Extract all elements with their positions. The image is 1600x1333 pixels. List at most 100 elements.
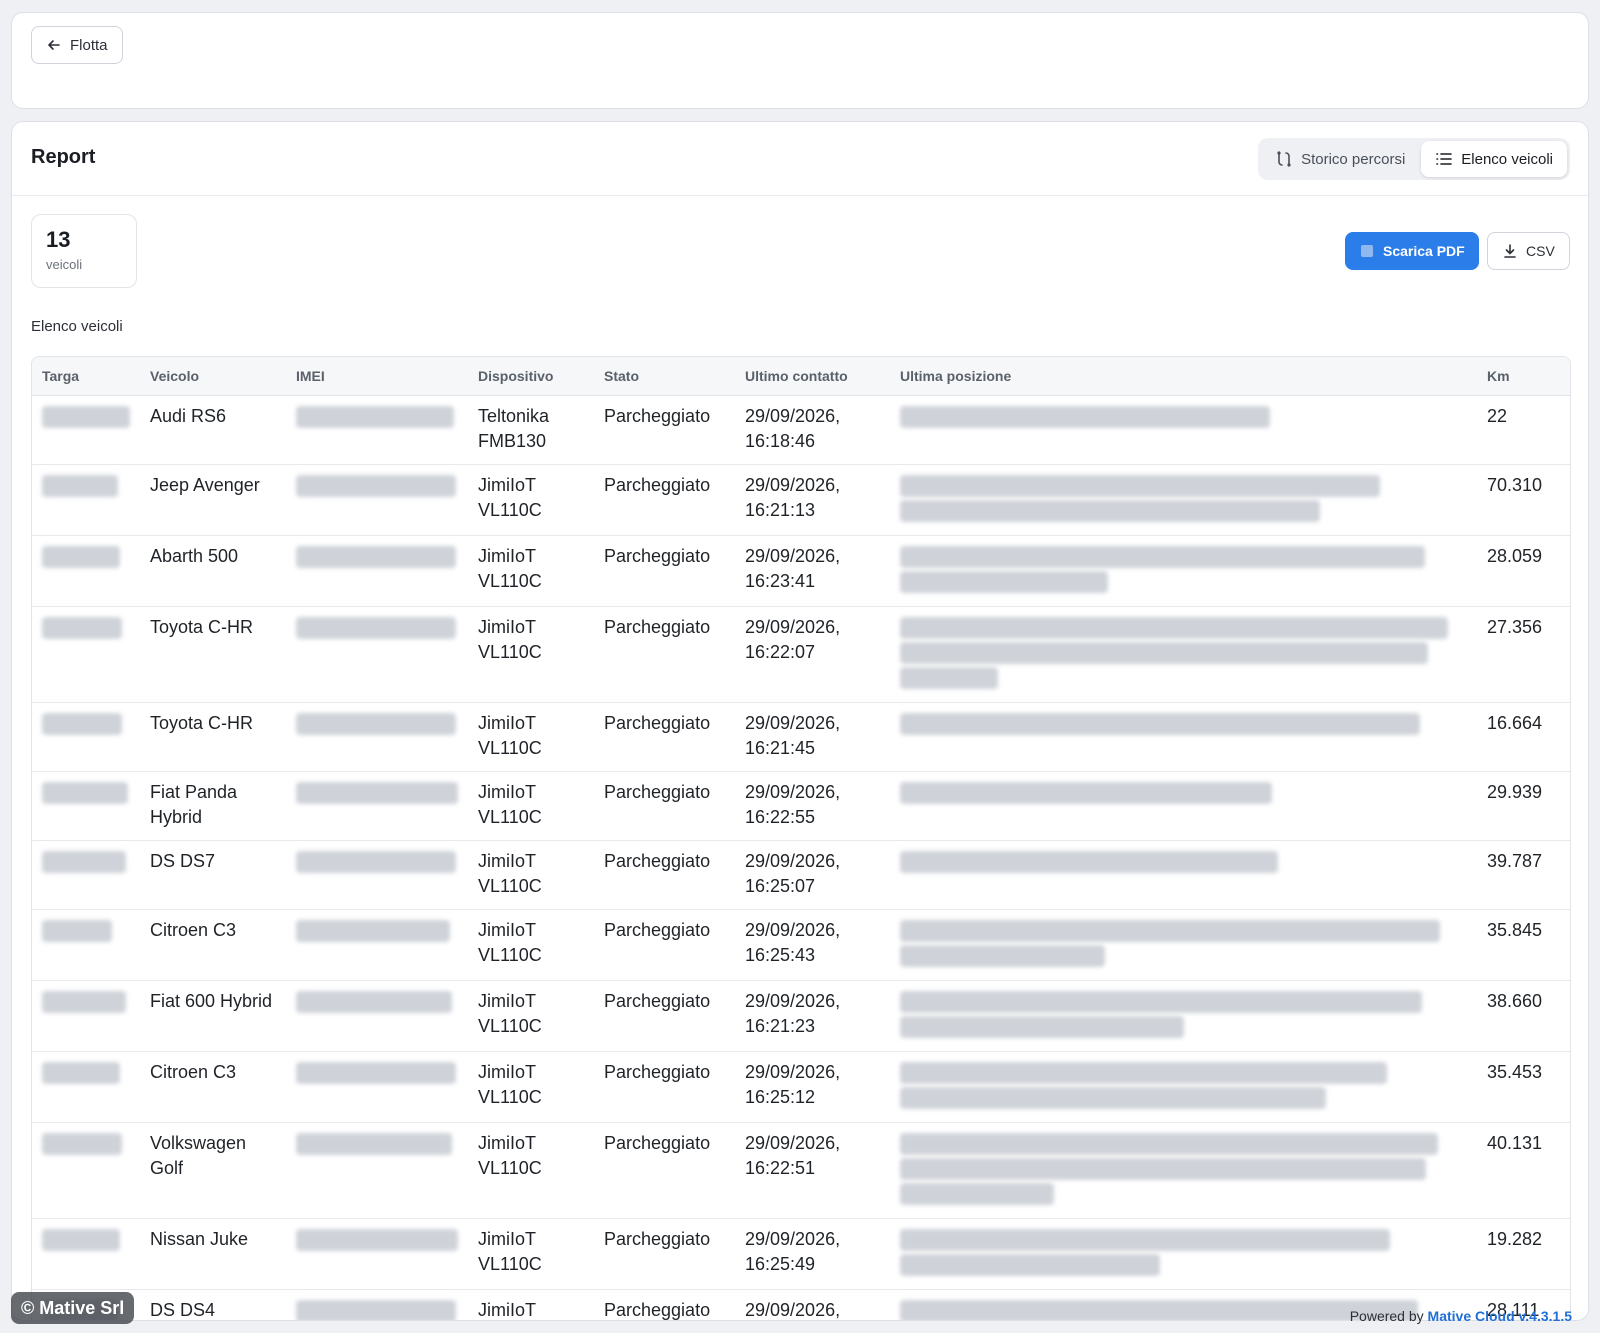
redacted-address: [900, 1182, 1054, 1205]
redacted-imei: [296, 616, 456, 639]
table-row[interactable]: Citroen C3 JimiIoT VL110C Parcheggiato 29/0…: [32, 909, 1570, 981]
redacted-plate: [42, 1132, 122, 1155]
targa-cell: [32, 395, 140, 465]
status-cell: Parcheggiato: [594, 1218, 735, 1290]
last-position-cell: [890, 980, 1477, 1052]
column-header[interactable]: IMEI: [286, 357, 468, 396]
redacted-plate: [42, 990, 126, 1013]
redacted-imei: [296, 990, 452, 1013]
vehicle-cell: Fiat 600 Hybrid: [140, 980, 286, 1052]
table-row[interactable]: Toyota C-HR JimiIoT VL110C Parcheggiato 29/…: [32, 606, 1570, 703]
vehicle-count-card: 13 veicoli: [31, 214, 137, 288]
last-contact-cell: 29/09/2026, 16:25:32: [735, 1289, 890, 1320]
redacted-address: [900, 474, 1380, 497]
tab-elenco-veicoli[interactable]: Elenco veicoli: [1421, 141, 1567, 177]
device-cell: JimiIoT VL110C: [468, 980, 594, 1052]
imei-cell: [286, 980, 468, 1052]
table-row[interactable]: DS DS4 JimiIoT VL110CParcheggiato29/09/20…: [32, 1289, 1570, 1320]
redacted-imei: [296, 545, 456, 568]
imei-cell: [286, 1218, 468, 1290]
table-row[interactable]: Fiat 600 Hybrid JimiIoT VL110C Parcheggiat…: [32, 980, 1570, 1052]
table-row[interactable]: DS DS7 JimiIoT VL110C Parcheggiato 29/09/20…: [32, 840, 1570, 910]
vehicle-cell: Nissan Juke: [140, 1218, 286, 1290]
redacted-address: [900, 850, 1278, 873]
column-header[interactable]: Targa: [32, 357, 140, 396]
km-cell: 22: [1477, 395, 1570, 465]
redacted-plate: [42, 919, 112, 942]
table-row[interactable]: Jeep Avenger JimiIoT VL110C Parcheggiato 29…: [32, 464, 1570, 536]
device-cell: JimiIoT VL110C: [468, 1122, 594, 1219]
pdf-icon: [1361, 245, 1373, 257]
last-position-cell: [890, 771, 1477, 841]
redacted-plate: [42, 405, 130, 428]
last-position-cell: [890, 702, 1477, 772]
redacted-address: [900, 1086, 1326, 1109]
view-switcher: Storico percorsi Elenco veicoli: [1258, 138, 1570, 180]
powered-by: Powered by Mative Cloud v.4.3.1.5: [1350, 1308, 1572, 1324]
column-header[interactable]: Ultima posizione: [890, 357, 1477, 396]
redacted-imei: [296, 781, 458, 804]
table-row[interactable]: Abarth 500 JimiIoT VL110C Parcheggiato 29/0…: [32, 535, 1570, 607]
powered-by-brand-link[interactable]: Mative Cloud v.4.3.1.5: [1428, 1308, 1572, 1324]
redacted-address: [900, 499, 1320, 522]
table-row[interactable]: Fiat Panda Hybrid JimiIoT VL110C Parcheggi…: [32, 771, 1570, 841]
imei-cell: [286, 702, 468, 772]
column-header[interactable]: Veicolo: [140, 357, 286, 396]
download-csv-button[interactable]: CSV: [1487, 232, 1570, 270]
redacted-address: [900, 1061, 1387, 1084]
column-header[interactable]: Stato: [594, 357, 735, 396]
redacted-address: [900, 1157, 1426, 1180]
table-row[interactable]: Audi RS6 Teltonika FMB130 Parcheggiato 29/0…: [32, 395, 1570, 465]
targa-cell: [32, 606, 140, 703]
redacted-plate: [42, 1228, 120, 1251]
last-contact-cell: 29/09/2026, 16:25:12: [735, 1051, 890, 1123]
last-contact-cell: 29/09/2026, 16:23:41: [735, 535, 890, 607]
report-header: Report Storico percorsi Elenco veicoli: [12, 122, 1588, 196]
table-row[interactable]: Volkswagen Golf JimiIoT VL110C Parcheggiat…: [32, 1122, 1570, 1219]
vehicle-count-label: veicoli: [46, 257, 83, 272]
redacted-imei: [296, 850, 456, 873]
last-position-cell: [890, 1122, 1477, 1219]
table-row[interactable]: Toyota C-HR JimiIoT VL110C Parcheggiato 29/…: [32, 702, 1570, 772]
table-row[interactable]: Citroen C3 JimiIoT VL110C Parcheggiato 29/0…: [32, 1051, 1570, 1123]
top-bar: Flotta: [11, 12, 1589, 109]
last-position-cell: [890, 1218, 1477, 1290]
vehicle-cell: Fiat Panda Hybrid: [140, 771, 286, 841]
targa-cell: [32, 702, 140, 772]
download-pdf-button[interactable]: Scarica PDF: [1345, 232, 1479, 270]
targa-cell: [32, 980, 140, 1052]
targa-cell: [32, 1122, 140, 1219]
redacted-address: [900, 781, 1272, 804]
column-header[interactable]: Ultimo contatto: [735, 357, 890, 396]
status-cell: Parcheggiato: [594, 1051, 735, 1123]
redacted-imei: [296, 1228, 458, 1251]
redacted-address: [900, 712, 1420, 735]
km-cell: 29.939: [1477, 771, 1570, 841]
targa-cell: [32, 1218, 140, 1290]
vehicle-cell: DS DS4: [140, 1289, 286, 1320]
tab-storico-percorsi[interactable]: Storico percorsi: [1261, 141, 1419, 177]
device-cell: JimiIoT VL110C: [468, 1218, 594, 1290]
targa-cell: [32, 535, 140, 607]
table-row[interactable]: Nissan Juke JimiIoT VL110C Parcheggiato 29/…: [32, 1218, 1570, 1290]
status-cell: Parcheggiato: [594, 464, 735, 536]
column-header[interactable]: Dispositivo: [468, 357, 594, 396]
redacted-address: [900, 641, 1428, 664]
back-button[interactable]: Flotta: [31, 26, 123, 64]
redacted-address: [900, 1299, 1418, 1320]
redacted-imei: [296, 919, 450, 942]
redacted-plate: [42, 850, 126, 873]
vehicle-cell: Citroen C3: [140, 1051, 286, 1123]
imei-cell: [286, 1122, 468, 1219]
redacted-address: [900, 1228, 1390, 1251]
vehicle-cell: Toyota C-HR: [140, 702, 286, 772]
device-cell: JimiIoT VL110C: [468, 606, 594, 703]
vehicles-table: Targa Veicolo IMEI Dispositivo Stato Ult…: [31, 356, 1571, 1320]
km-cell: 16.664: [1477, 702, 1570, 772]
redacted-address: [900, 1132, 1438, 1155]
vehicle-cell: Jeep Avenger: [140, 464, 286, 536]
status-cell: Parcheggiato: [594, 702, 735, 772]
download-icon: [1504, 244, 1516, 258]
redacted-plate: [42, 616, 122, 639]
column-header[interactable]: Km: [1477, 357, 1570, 396]
